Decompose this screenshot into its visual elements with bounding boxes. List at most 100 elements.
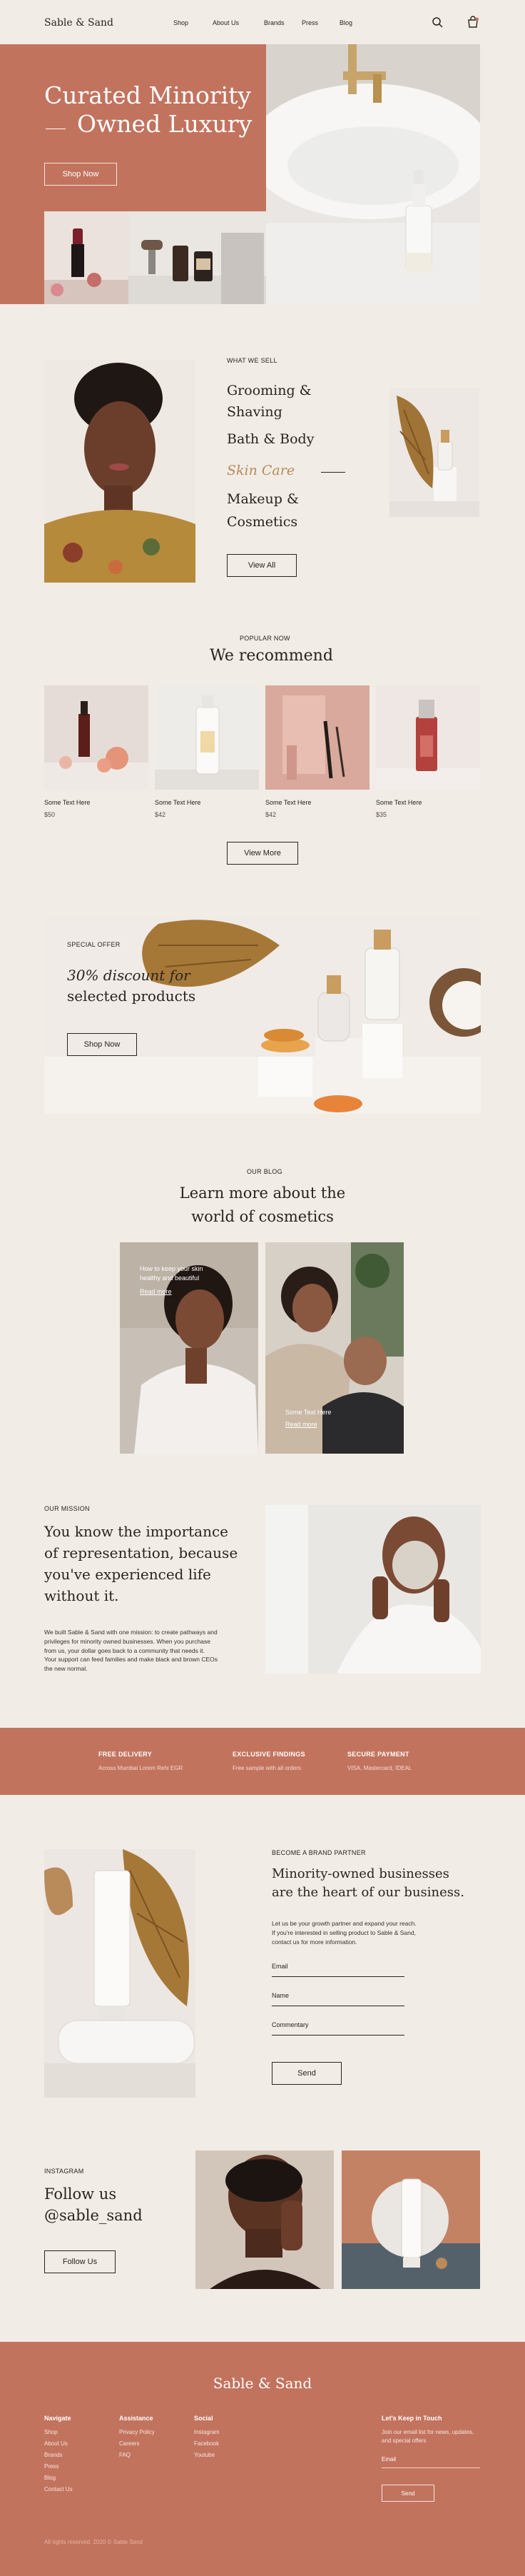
mission-body-line4: Your support can feed families and make … xyxy=(44,1656,218,1664)
partner-body-line1: Let us be your growth partner and expand… xyxy=(272,1920,417,1927)
newsletter-email-field[interactable] xyxy=(382,2467,480,2468)
product-image-3[interactable] xyxy=(265,685,369,790)
partner-email-field[interactable] xyxy=(272,1976,404,1977)
mission-body-line1: We built Sable & Sand with one mission: … xyxy=(44,1629,218,1636)
footer-link-press[interactable]: Press xyxy=(44,2463,58,2470)
product-price-3: $42 xyxy=(265,811,277,818)
follow-us-button[interactable]: Follow Us xyxy=(44,2250,116,2273)
what-we-sell-kicker: WHAT WE SELL xyxy=(227,357,277,364)
site-header: Sable & Sand Shop About Us Brands Press … xyxy=(0,0,525,44)
product-image-4[interactable] xyxy=(376,685,480,790)
footer-link-instagram[interactable]: Instagram xyxy=(194,2429,220,2435)
nav-press[interactable]: Press xyxy=(302,19,318,26)
product-name-3[interactable]: Some Text Here xyxy=(265,799,311,806)
partner-commentary-label: Commentary xyxy=(272,2021,309,2028)
hero-title: Curated Minority Owned Luxury xyxy=(44,81,252,139)
site-footer: Sable & Sand Navigate Shop About Us Bran… xyxy=(0,2342,525,2576)
mission-body: We built Sable & Sand with one mission: … xyxy=(44,1628,218,1674)
blog-post-title-2[interactable]: Some Text Here xyxy=(285,1409,331,1416)
hero-shop-now-button[interactable]: Shop Now xyxy=(44,163,117,186)
mission-man-image xyxy=(265,1505,481,1674)
partner-name-label: Name xyxy=(272,1992,290,1999)
blog-title-line1: Learn more about the xyxy=(179,1184,346,1202)
footer-link-about[interactable]: About Us xyxy=(44,2440,68,2447)
partner-send-button[interactable]: Send xyxy=(272,2062,342,2085)
partner-title: Minority-owned businesses are the heart … xyxy=(272,1865,464,1902)
footer-link-blog[interactable]: Blog xyxy=(44,2475,56,2481)
footer-link-youtube[interactable]: Youtube xyxy=(194,2452,215,2458)
nav-about-us[interactable]: About Us xyxy=(213,19,239,26)
product-name-4[interactable]: Some Text Here xyxy=(376,799,422,806)
category-makeup-line1[interactable]: Makeup & xyxy=(227,491,299,507)
product-image-2[interactable] xyxy=(155,685,259,790)
partner-body-line3: contact us for more information. xyxy=(272,1938,357,1946)
category-bath-body[interactable]: Bath & Body xyxy=(227,431,314,447)
category-skin-care[interactable]: Skin Care xyxy=(227,463,295,478)
search-icon[interactable] xyxy=(431,16,444,29)
category-makeup-line2[interactable]: Cosmetics xyxy=(227,514,297,530)
footer-logo[interactable]: Sable & Sand xyxy=(0,2375,525,2392)
product-image-1[interactable] xyxy=(44,685,148,790)
newsletter-text-line2: and special offers xyxy=(382,2437,427,2444)
category-grooming-line2[interactable]: Shaving xyxy=(227,404,282,420)
instagram-title: Follow us @sable_sand xyxy=(44,2183,143,2227)
blog-post-1-read-more[interactable]: Read more xyxy=(140,1288,172,1295)
offer-shop-now-button[interactable]: Shop Now xyxy=(67,1033,137,1056)
product-price-4: $35 xyxy=(376,811,387,818)
recommend-title: We recommend xyxy=(210,647,333,665)
product-price-2: $42 xyxy=(155,811,166,818)
product-name-1[interactable]: Some Text Here xyxy=(44,799,90,806)
footer-link-shop[interactable]: Shop xyxy=(44,2429,58,2435)
nav-brands[interactable]: Brands xyxy=(264,19,285,26)
footer-col-social-title: Social xyxy=(194,2415,213,2422)
blog-title-line2: world of cosmetics xyxy=(191,1207,334,1225)
blog-title: Learn more about the world of cosmetics xyxy=(0,1182,525,1228)
partner-tube-image xyxy=(44,1849,195,2098)
mission-body-line5: the new normal. xyxy=(44,1665,88,1672)
hero-lipstick-image xyxy=(44,211,128,304)
mission-title: You know the importance of representatio… xyxy=(44,1521,238,1606)
nav-blog[interactable]: Blog xyxy=(340,19,352,26)
footer-link-facebook[interactable]: Facebook xyxy=(194,2440,219,2447)
blog-post-title-1[interactable]: How to keep your skin healthy and beauti… xyxy=(140,1264,203,1283)
footer-link-faq[interactable]: FAQ xyxy=(119,2452,131,2458)
partner-title-line1: Minority-owned businesses xyxy=(272,1866,449,1881)
view-all-button[interactable]: View All xyxy=(227,554,297,577)
newsletter-text-line1: Join our email list for news, updates, xyxy=(382,2429,474,2435)
hero-title-line2: Owned Luxury xyxy=(77,110,253,139)
mission-title-line4: without it. xyxy=(44,1587,119,1604)
footer-col-assistance-title: Assistance xyxy=(119,2415,153,2422)
newsletter-send-button[interactable]: Send xyxy=(382,2485,434,2502)
mission-title-line2: of representation, because xyxy=(44,1544,238,1561)
logo[interactable]: Sable & Sand xyxy=(44,17,113,29)
view-more-button[interactable]: View More xyxy=(227,842,298,865)
instagram-image-1[interactable] xyxy=(195,2150,334,2289)
cart-icon[interactable] xyxy=(467,16,479,29)
nav-shop[interactable]: Shop xyxy=(173,19,188,26)
feature-title-payment: SECURE PAYMENT xyxy=(347,1751,409,1758)
feature-title-delivery: FREE DELIVERY xyxy=(98,1751,153,1758)
partner-email-label: Email xyxy=(272,1963,288,1970)
category-grooming-line1[interactable]: Grooming & xyxy=(227,383,312,398)
footer-col-navigate-title: Navigate xyxy=(44,2415,71,2422)
hero-title-line1: Curated Minority xyxy=(44,81,252,109)
partner-commentary-field[interactable] xyxy=(272,2035,404,2036)
feature-sub-delivery: Across Mumbai Lorem Rehi EGR xyxy=(98,1765,183,1771)
footer-link-privacy[interactable]: Privacy Policy xyxy=(119,2429,155,2435)
offer-title-line1: 30% discount for xyxy=(67,967,190,984)
instagram-title-line2[interactable]: @sable_sand xyxy=(44,2205,143,2226)
product-price-1: $50 xyxy=(44,811,56,818)
skin-care-serum-image xyxy=(389,388,479,517)
blog-post-2-read-more[interactable]: Read more xyxy=(285,1421,317,1428)
mission-title-line1: You know the importance xyxy=(44,1523,229,1540)
partner-body: Let us be your growth partner and expand… xyxy=(272,1919,417,1946)
instagram-image-2[interactable] xyxy=(342,2150,480,2289)
footer-link-brands[interactable]: Brands xyxy=(44,2452,62,2458)
offer-title: 30% discount for selected products xyxy=(67,965,195,1007)
model-portrait-image xyxy=(44,360,195,583)
footer-link-contact[interactable]: Contact Us xyxy=(44,2486,73,2492)
blog-post-1-line2: healthy and beautiful xyxy=(140,1274,200,1282)
product-name-2[interactable]: Some Text Here xyxy=(155,799,200,806)
mission-body-line2: privileges for minority owned businesses… xyxy=(44,1637,210,1645)
footer-link-careers[interactable]: Careers xyxy=(119,2440,139,2447)
